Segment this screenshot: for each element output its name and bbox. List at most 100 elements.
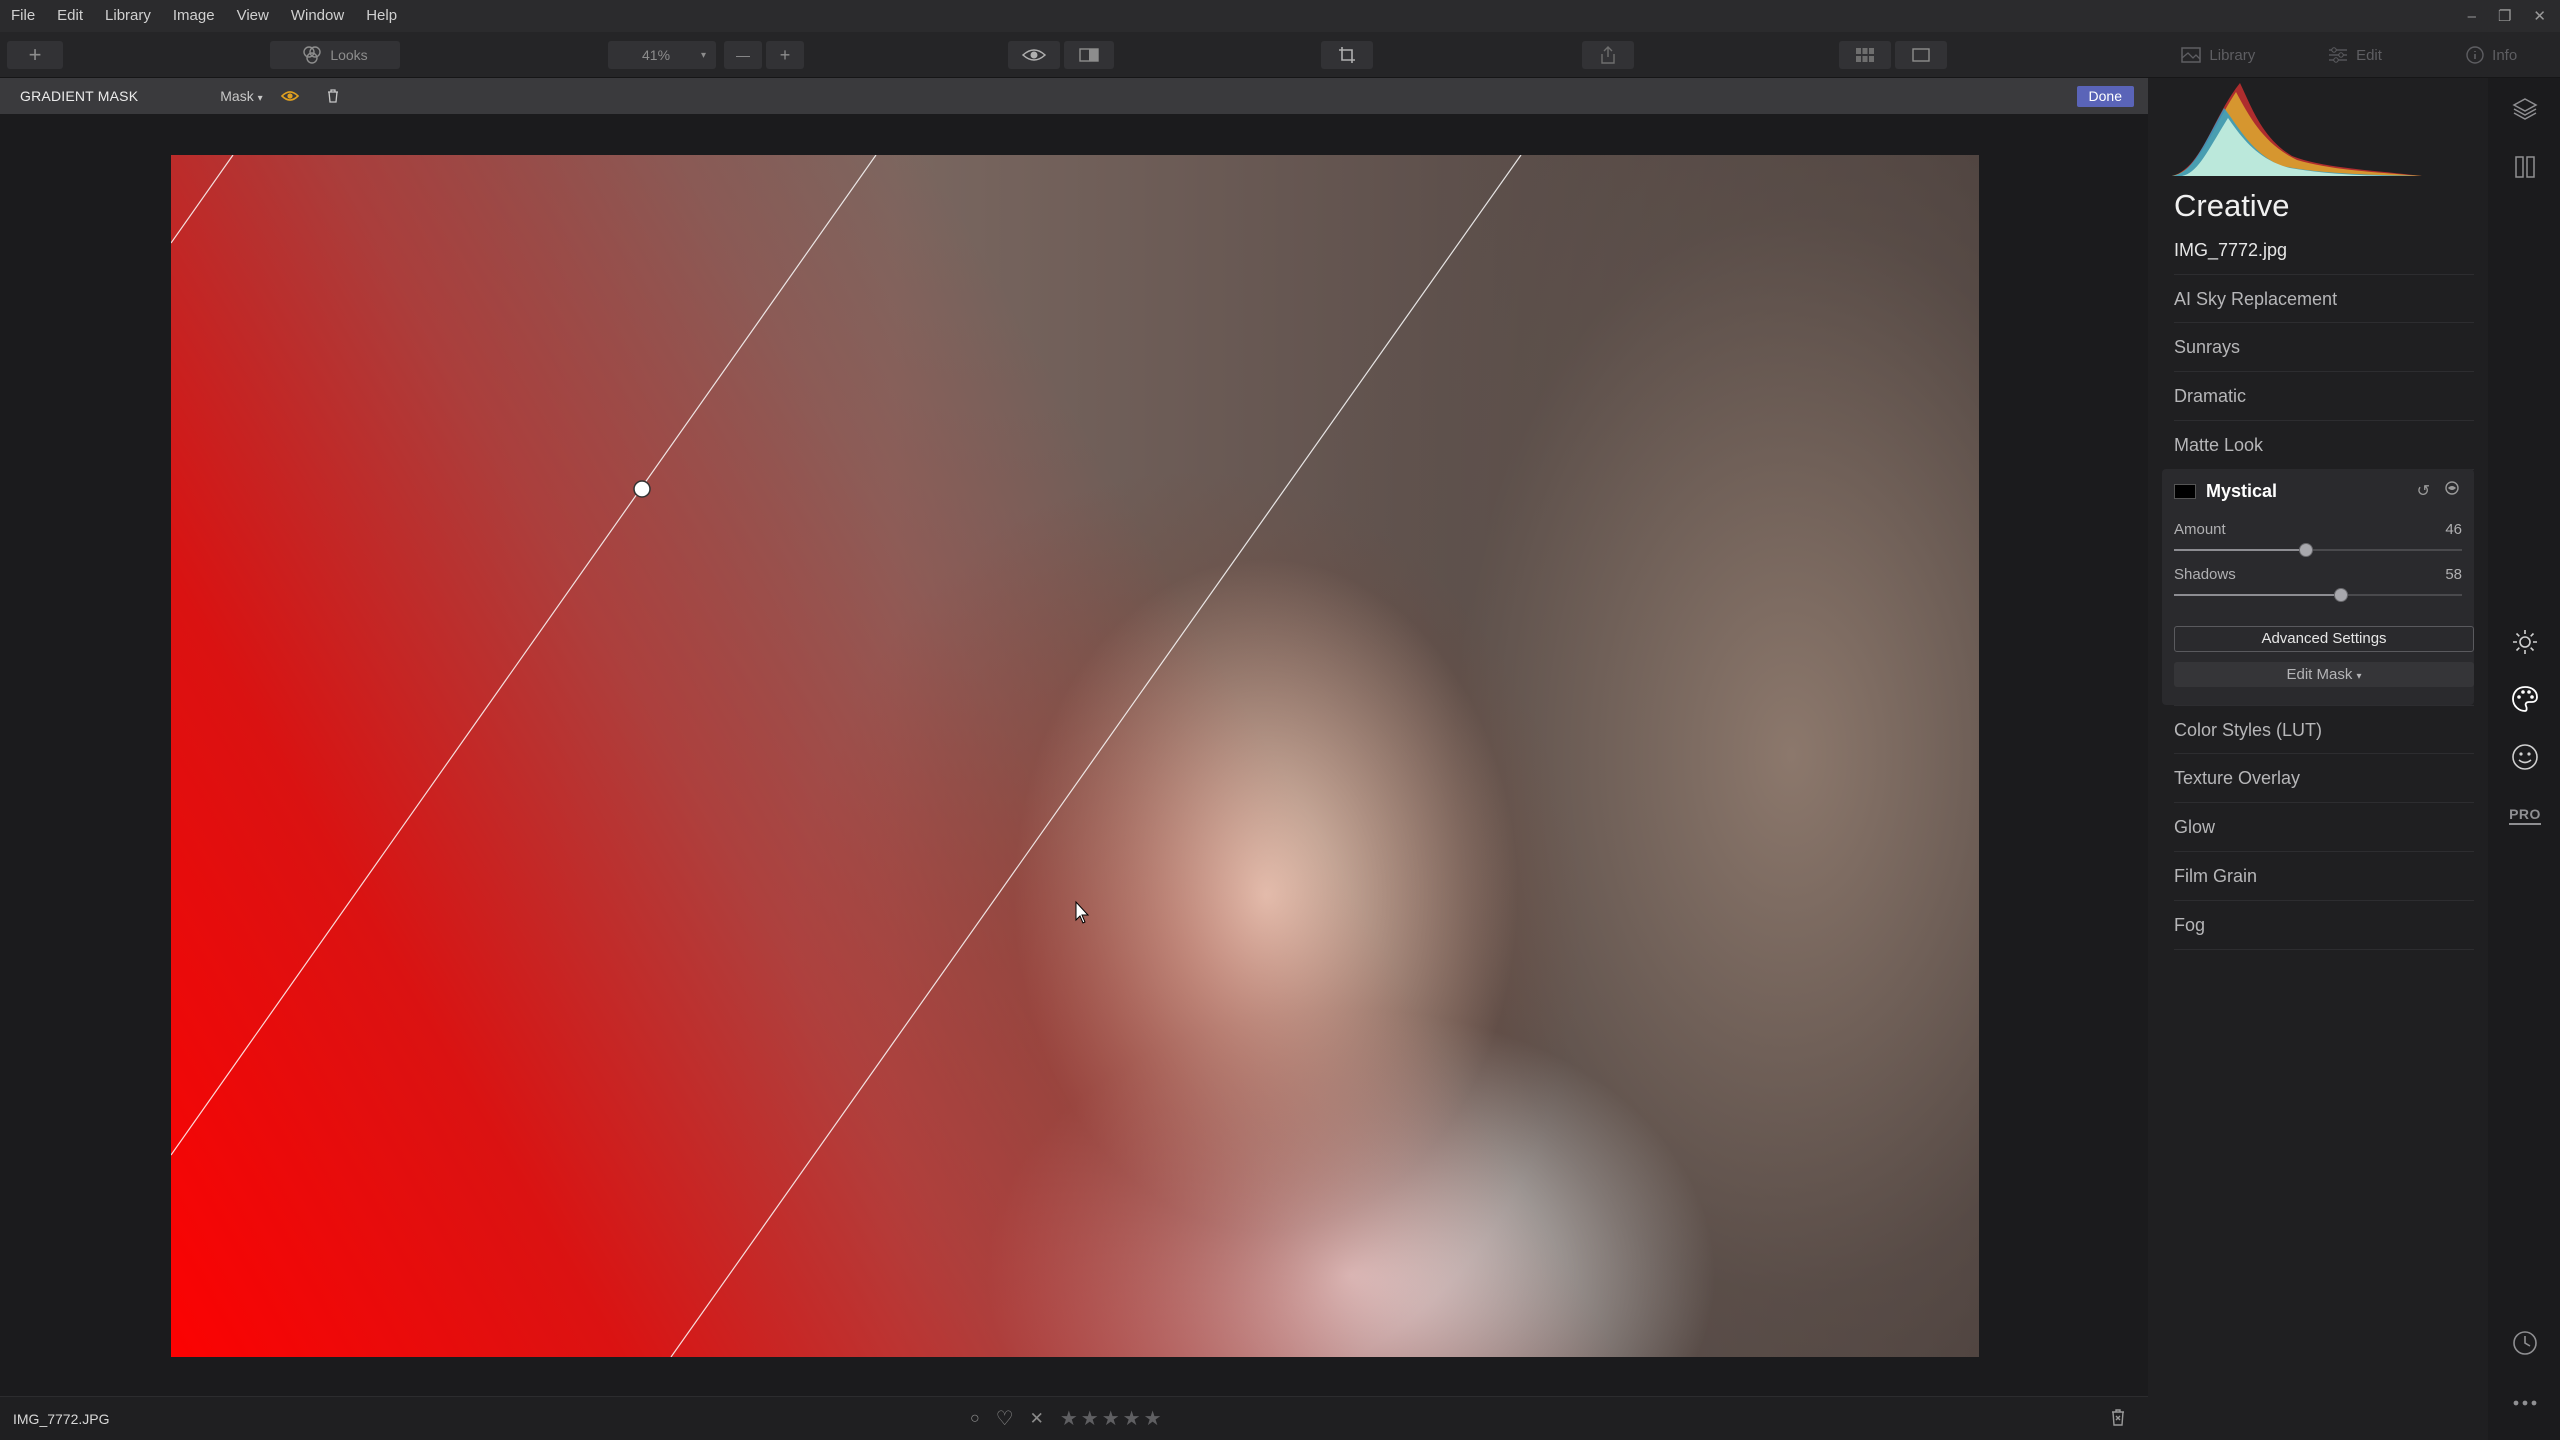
filter-mystical-card: Mystical ↺ Amount 46 Shadows 58 Advanced…	[2162, 469, 2474, 705]
amount-label: Amount	[2174, 521, 2226, 538]
filter-film-grain[interactable]: Film Grain	[2174, 852, 2474, 901]
menu-image[interactable]: Image	[162, 0, 226, 32]
image-canvas[interactable]	[0, 114, 2148, 1396]
rating-controls: ○ ♡ ✕ ★ ★ ★ ★ ★	[970, 1406, 1162, 1431]
plus-icon: +	[779, 44, 791, 65]
essentials-button[interactable]	[2510, 627, 2540, 657]
grid-view-button[interactable]	[1839, 41, 1891, 69]
gradient-center-line[interactable]	[171, 155, 877, 1156]
zoom-out-button[interactable]: —	[724, 41, 762, 69]
amount-value[interactable]: 46	[2445, 521, 2462, 538]
filter-glow[interactable]: Glow	[2174, 803, 2474, 852]
close-button[interactable]: ✕	[2533, 7, 2546, 25]
menu-file[interactable]: File	[0, 0, 46, 32]
panel-filename: IMG_7772.jpg	[2174, 240, 2288, 260]
filter-sunrays[interactable]: Sunrays	[2174, 323, 2474, 372]
star-icon[interactable]: ★	[1060, 1406, 1078, 1431]
zoom-dropdown[interactable]: 41% ▾	[608, 41, 716, 69]
share-button[interactable]	[1582, 41, 1634, 69]
layers-icon	[2512, 98, 2538, 120]
restore-button[interactable]: ❐	[2498, 7, 2511, 25]
share-icon	[1601, 46, 1615, 64]
single-view-icon	[1912, 48, 1930, 62]
pro-label: PRO	[2509, 806, 2541, 825]
shadows-slider-fill	[2174, 594, 2342, 596]
edit-mask-button[interactable]: Edit Mask ▾	[2174, 662, 2474, 687]
filter-color-styles-lut[interactable]: Color Styles (LUT)	[2174, 705, 2474, 754]
mask-dropdown-label: Mask	[220, 88, 254, 104]
filter-texture-overlay[interactable]: Texture Overlay	[2174, 754, 2474, 803]
minus-icon: —	[736, 47, 750, 63]
mask-dropdown[interactable]: Mask ▾	[220, 88, 262, 104]
shadows-value[interactable]: 58	[2445, 566, 2462, 583]
zoom-in-button[interactable]: +	[766, 41, 804, 69]
compare-button[interactable]	[1064, 41, 1114, 69]
filter-matte-look[interactable]: Matte Look	[2174, 421, 2474, 470]
filter-list-bottom: Color Styles (LUT) Texture Overlay Glow …	[2174, 705, 2474, 950]
info-icon	[2466, 46, 2484, 64]
visibility-toggle-icon[interactable]	[2442, 481, 2462, 495]
done-button[interactable]: Done	[2076, 86, 2134, 107]
grid-icon	[1856, 48, 1874, 62]
amount-slider[interactable]	[2174, 543, 2462, 557]
face-icon	[2512, 744, 2538, 770]
gradient-end-line[interactable]	[670, 155, 1522, 1357]
creative-button[interactable]	[2510, 684, 2540, 714]
shadows-slider[interactable]	[2174, 588, 2462, 602]
menu-help[interactable]: Help	[355, 0, 408, 32]
chevron-down-icon: ▾	[257, 93, 263, 104]
reset-icon[interactable]: ↺	[2417, 481, 2430, 501]
crop-button[interactable]	[1321, 41, 1373, 69]
eye-icon[interactable]	[280, 90, 299, 102]
tab-library[interactable]: Library	[2150, 32, 2287, 78]
add-photos-button[interactable]: +	[7, 41, 63, 69]
gradient-mask-guides[interactable]	[171, 155, 1979, 1357]
amount-slider-fill	[2174, 549, 2307, 551]
trash-icon[interactable]	[327, 89, 339, 103]
shadows-label: Shadows	[2174, 566, 2236, 583]
presets-button[interactable]	[2510, 152, 2540, 182]
more-button[interactable]	[2510, 1388, 2540, 1418]
star-icon[interactable]: ★	[1144, 1406, 1162, 1431]
minimize-button[interactable]: –	[2468, 8, 2476, 25]
favorite-heart-icon[interactable]: ♡	[996, 1406, 1014, 1431]
gradient-start-line[interactable]	[171, 155, 234, 244]
single-view-button[interactable]	[1895, 41, 1947, 69]
layers-button[interactable]	[2510, 94, 2540, 124]
filter-fog[interactable]: Fog	[2174, 901, 2474, 950]
looks-label: Looks	[330, 47, 368, 63]
filter-list-top: AI Sky Replacement Sunrays Dramatic Matt…	[2174, 274, 2474, 470]
amount-slider-knob[interactable]	[2299, 543, 2314, 557]
tab-info[interactable]: Info	[2423, 32, 2560, 78]
star-icon[interactable]: ★	[1102, 1406, 1120, 1431]
menu-window[interactable]: Window	[280, 0, 355, 32]
filter-dramatic[interactable]: Dramatic	[2174, 372, 2474, 421]
histogram	[2172, 83, 2422, 176]
reject-icon[interactable]: ✕	[1030, 1409, 1044, 1429]
menu-library[interactable]: Library	[94, 0, 162, 32]
history-button[interactable]	[2510, 1328, 2540, 1358]
looks-button[interactable]: Looks	[270, 41, 400, 69]
portrait-button[interactable]	[2510, 742, 2540, 772]
presets-icon	[2515, 156, 2535, 178]
star-icon[interactable]: ★	[1081, 1406, 1099, 1431]
menu-view[interactable]: View	[226, 0, 280, 32]
shadows-slider-knob[interactable]	[2334, 588, 2349, 602]
amount-slider-row: Amount 46	[2174, 521, 2462, 557]
advanced-settings-button[interactable]: Advanced Settings	[2174, 626, 2474, 652]
pro-button[interactable]: PRO	[2509, 800, 2541, 830]
flag-icon[interactable]: ○	[970, 1410, 980, 1428]
menu-edit[interactable]: Edit	[46, 0, 94, 32]
plus-icon: +	[28, 42, 42, 67]
star-icon[interactable]: ★	[1123, 1406, 1141, 1431]
filter-ai-sky-replacement[interactable]: AI Sky Replacement	[2174, 274, 2474, 323]
filter-color-swatch	[2174, 484, 2196, 499]
tab-edit[interactable]: Edit	[2287, 32, 2424, 78]
trash-icon[interactable]	[2110, 1408, 2126, 1426]
sliders-icon	[2329, 47, 2348, 63]
preview-button[interactable]	[1008, 41, 1060, 69]
gradient-rotation-handle[interactable]	[633, 480, 651, 498]
more-icon	[2513, 1400, 2537, 1406]
mystical-actions: ↺	[2417, 481, 2462, 501]
mystical-header[interactable]: Mystical	[2174, 481, 2277, 502]
